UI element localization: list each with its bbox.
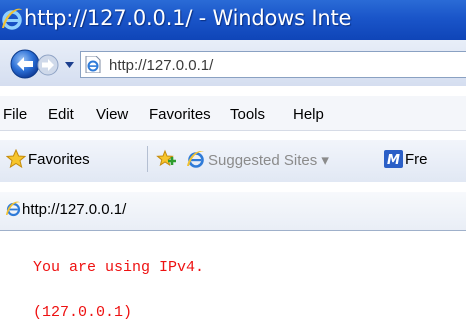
svg-text:M: M [387,153,400,168]
menu-edit[interactable]: Edit [48,106,74,123]
ip-address-text: (127.0.0.1) [33,304,133,321]
suggested-sites-button[interactable]: Suggested Sites ▾ [208,151,329,169]
tab-title[interactable]: http://127.0.0.1/ [22,201,126,218]
ip-version-message: You are using IPv4. [33,259,205,276]
menu-help[interactable]: Help [293,106,324,123]
msn-link[interactable]: Fre [405,151,428,168]
ie-page-icon [85,56,101,73]
history-dropdown-icon[interactable] [65,62,74,68]
add-favorites-icon[interactable] [156,149,178,169]
star-icon[interactable] [6,149,26,169]
favorites-separator [147,146,148,172]
ie-icon [6,201,21,217]
address-input[interactable] [109,55,466,75]
forward-arrow-icon[interactable] [37,54,59,76]
ie-icon [2,8,22,30]
title-bar[interactable]: http://127.0.0.1/ - Windows Inte [0,0,466,40]
ie-icon [187,150,204,168]
back-arrow-icon[interactable] [10,49,40,79]
menu-view[interactable]: View [96,106,128,123]
menu-favorites[interactable]: Favorites [149,106,211,123]
menu-tools[interactable]: Tools [230,106,265,123]
window-title: http://127.0.0.1/ - Windows Inte [24,6,352,30]
menu-file[interactable]: File [3,106,27,123]
favorites-button[interactable]: Favorites [28,151,90,168]
address-bar [80,51,466,78]
msn-icon[interactable]: M [384,150,403,168]
